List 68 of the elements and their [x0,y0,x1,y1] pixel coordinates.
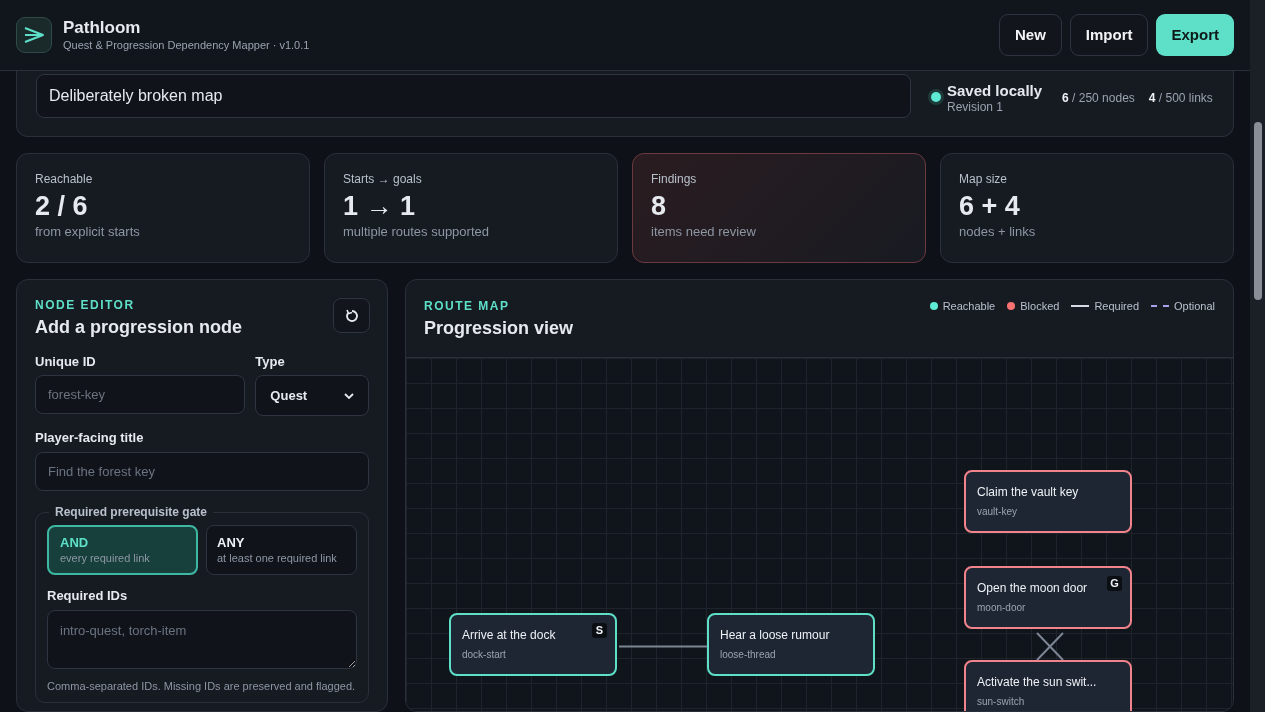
map-canvas[interactable]: Arrive at the dock dock-start S Hear a loose rumour loose-thread Claim the vault key vault-key Open the moon door moon-door G Activate the sun swit... sun-switch [406,358,1233,711]
stat-label: Reachable [35,172,94,186]
node-badge: S [592,623,607,638]
reset-icon [344,308,359,323]
node-title: Open the moon door [977,581,1088,596]
node-id: sun-switch [977,696,1025,708]
new-button[interactable]: New [998,14,1062,56]
gate-option[interactable]: AND every required link [47,525,198,575]
section-eyebrow: NODE EDITOR [35,298,136,312]
field-label: Type [255,354,286,370]
import-button[interactable]: Import [1069,14,1149,56]
node-title: Claim the vault key [977,485,1079,500]
stat-value: 1 → 1 [343,190,417,222]
project-name-field[interactable]: Deliberately broken map [36,73,911,118]
app-subtitle: Quest & Progression Dependency Mapper · v1.0.1 [63,38,310,52]
unique-id-field[interactable]: forest-key [35,375,246,414]
stat-note: nodes + links [959,224,1037,240]
reset-button[interactable] [333,298,370,333]
section-eyebrow: ROUTE MAP [424,299,511,313]
legend-label: Reachable [942,298,996,314]
dashed-line-icon [1151,305,1169,307]
map-node[interactable]: Hear a loose rumour loose-thread [707,613,875,676]
help-text: Comma-separated IDs. Missing IDs are preserved and flagged. [47,679,357,694]
node-id: moon-door [977,602,1026,614]
node-id: dock-start [462,649,506,661]
stat-label: Findings [651,172,698,186]
field-label: Player-facing title [35,430,145,446]
field-label: Required IDs [47,588,129,604]
crossed-links-drawing [1036,632,1064,661]
stat-note: from explicit starts [35,224,141,240]
node-title: Activate the sun swit... [977,675,1097,690]
chevron-down-icon [344,392,354,399]
title-field[interactable]: Find the forest key [35,452,369,491]
logo-icon [16,17,52,53]
save-status: Saved locally [947,81,1043,100]
revision-label: Revision 1 [947,99,1005,114]
map-node[interactable]: Open the moon door moon-door G [964,566,1132,629]
solid-line-icon [1071,305,1090,307]
node-id: loose-thread [720,649,776,661]
map-node[interactable]: Claim the vault key vault-key [964,470,1132,533]
node-count: 6 / 250 nodes [1062,89,1135,107]
node-title: Hear a loose rumour [720,628,830,643]
type-dropdown[interactable]: Quest [255,375,369,416]
stat-label: Map size [959,172,1009,186]
gate-option[interactable]: ANY at least one required link [206,525,357,575]
node-badge: G [1107,576,1122,591]
stat-value: 8 [651,190,668,222]
node-title: Arrive at the dock [462,628,556,643]
scrollbar[interactable] [1250,0,1265,712]
export-button[interactable]: Export [1156,14,1234,56]
panel-title: Progression view [424,317,574,339]
stat-note: multiple routes supported [343,224,490,240]
node-id: vault-key [977,506,1017,518]
legend-label: Required [1094,298,1139,314]
panel-title: Add a progression node [35,316,244,338]
map-node[interactable]: Activate the sun swit... sun-switch [964,660,1132,711]
stat-note: items need review [651,224,757,240]
group-legend: Required prerequisite gate [49,503,214,521]
legend-label: Optional [1174,298,1215,314]
stat-value: 2 / 6 [35,190,89,222]
legend-label: Blocked [1020,298,1060,314]
stat-label: Starts → goals [343,172,423,186]
stat-value: 6 + 4 [959,190,1021,222]
map-node[interactable]: Arrive at the dock dock-start S [449,613,617,676]
required-ids-field[interactable]: intro-quest, torch-item [47,610,357,669]
link-count: 4 / 500 links [1148,89,1213,107]
app-name: Pathloom [63,18,142,38]
field-label: Unique ID [35,354,97,370]
